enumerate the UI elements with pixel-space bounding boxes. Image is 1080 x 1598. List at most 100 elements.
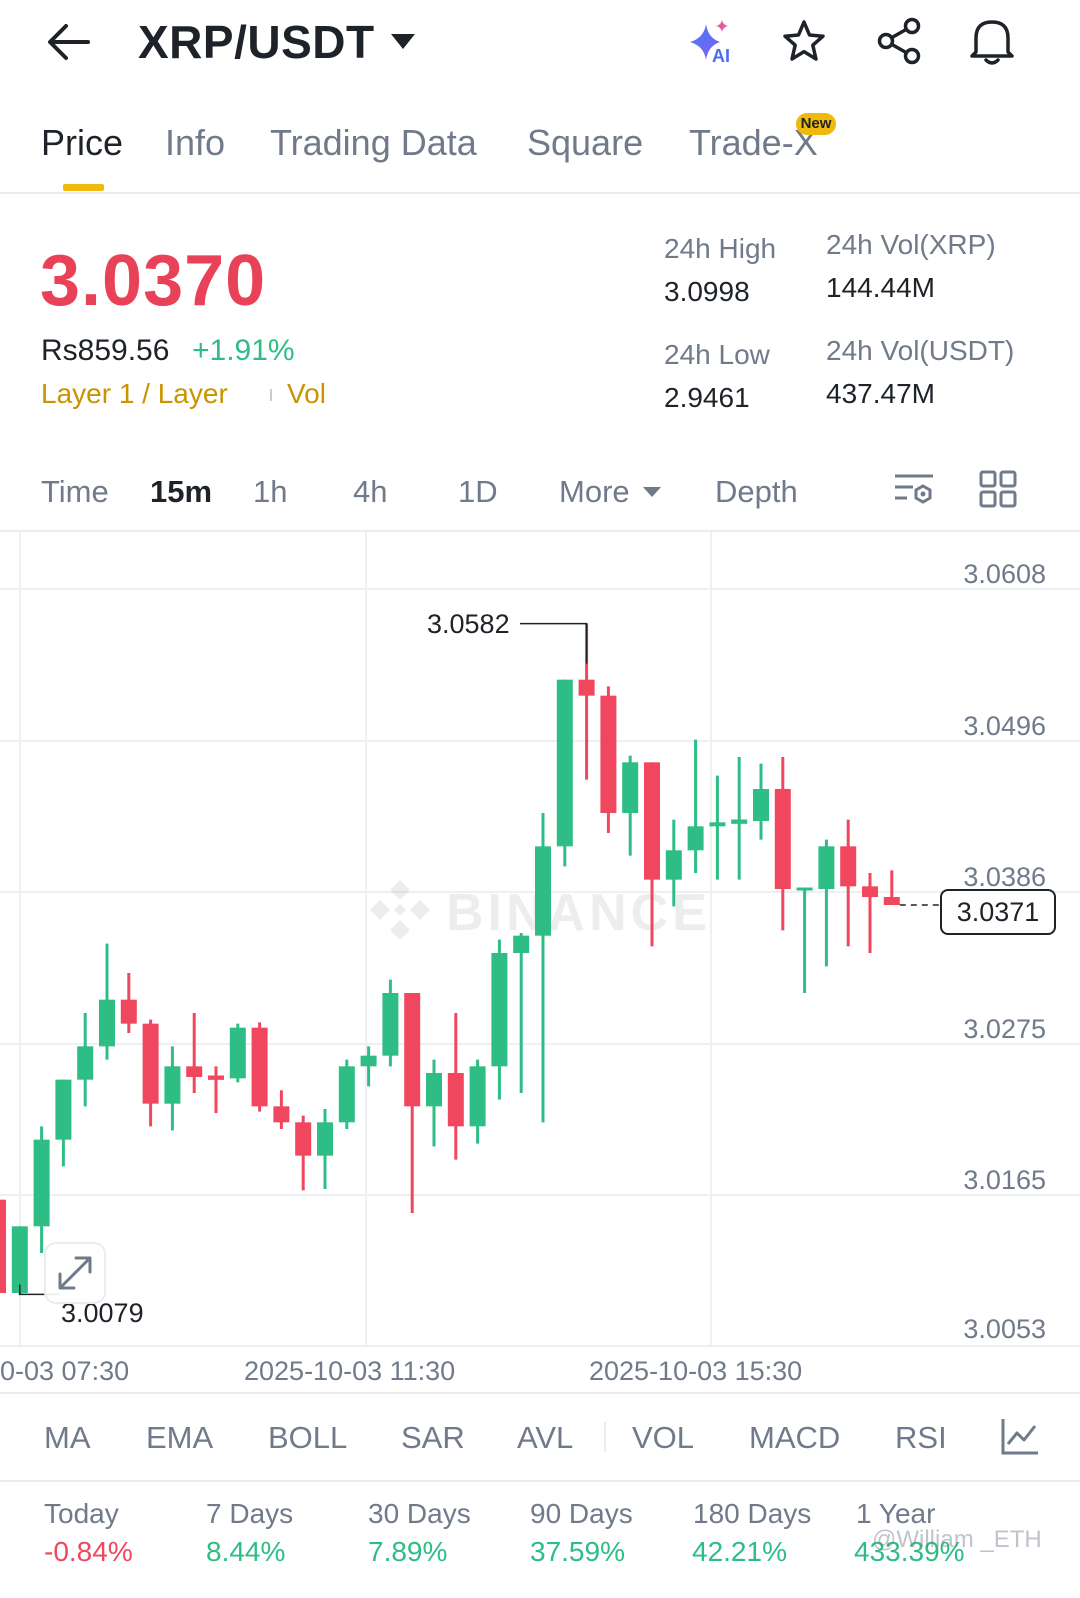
new-badge: New [796,113,836,135]
y-tick: 3.0165 [963,1165,1046,1195]
svg-text:BINANCE: BINANCE [446,884,711,942]
tab-square[interactable]: Square [527,122,643,164]
alert-button[interactable] [968,14,1016,66]
candle-body [360,1055,377,1067]
perf-value-today: -0.84% [44,1536,133,1567]
candle-body [273,1106,290,1123]
candle-body [818,846,835,889]
candle-body [491,953,508,1067]
indicator-ema[interactable]: EMA [146,1420,213,1456]
chevron-down-icon [390,34,415,49]
fullscreen-button[interactable] [44,1242,106,1304]
active-tab-indicator [63,184,104,191]
perf-value-30d: 7.89% [368,1536,448,1567]
indicator-rsi[interactable]: RSI [895,1420,947,1456]
chart-settings-button[interactable] [893,470,935,510]
candle-body [164,1066,181,1104]
indicator-top-divider [0,1392,1080,1394]
vol-base-value: 144.44M [826,272,935,303]
candle-body [295,1122,312,1156]
candle-body [404,993,421,1107]
candle-body [447,1073,464,1127]
candle-body [142,1023,159,1104]
indicator-sar[interactable]: SAR [401,1420,465,1456]
indicator-settings-button[interactable] [1000,1416,1040,1456]
tf-1d[interactable]: 1D [458,474,498,510]
tab-info[interactable]: Info [165,122,225,164]
share-button[interactable] [874,16,924,66]
pair-title: XRP/USDT [138,16,375,68]
perf-label-7d: 7 Days [206,1498,294,1529]
indicator-avl[interactable]: AVL [517,1420,573,1456]
candle-body [862,886,878,897]
perf-label-90d: 90 Days [530,1498,633,1529]
layout-button[interactable] [979,470,1017,508]
candle-body [883,897,900,905]
candle-body [731,819,748,824]
candle-body [644,762,660,880]
candle-body [251,1027,268,1107]
candle-body [338,1066,355,1123]
y-tick: 3.0608 [963,559,1046,589]
perf-value-180d: 42.21% [692,1536,787,1567]
candle-body [382,993,399,1056]
indicator-vol[interactable]: VOL [632,1420,694,1456]
candle-body [600,695,617,813]
perf-label-180d: 180 Days [693,1498,812,1529]
indicator-ma[interactable]: MA [44,1420,91,1456]
bell-icon [970,20,1014,65]
candle-body [535,846,551,936]
x-tick: 2025-10-03 11:30 [244,1356,456,1386]
indicator-boll[interactable]: BOLL [268,1420,347,1456]
candle-body [11,1226,28,1293]
candlestick-chart[interactable]: BINANCE [0,532,1080,1352]
candle-body [796,887,813,891]
chart-line-icon [1001,1419,1038,1455]
pair-selector[interactable]: XRP/USDT [138,14,417,70]
candle-body [556,679,573,847]
candle-body [77,1046,94,1080]
last-price: 3.0370 [40,241,267,321]
tf-1h[interactable]: 1h [253,474,287,510]
tf-depth[interactable]: Depth [715,474,798,510]
back-arrow-icon [48,24,90,60]
perf-value-7d: 8.44% [206,1536,286,1567]
perf-label-30d: 30 Days [368,1498,471,1529]
candle-body [426,1073,442,1107]
vol-quote-value: 437.47M [826,378,935,409]
tf-4h[interactable]: 4h [353,474,387,510]
y-tick: 3.0496 [963,711,1046,741]
tag-separator [270,389,272,401]
vol-tag[interactable]: Vol [287,378,326,410]
high-marker-line [520,622,588,664]
candle-body [753,789,769,821]
chart-settings-icon [895,474,933,504]
favorite-button[interactable] [780,18,828,66]
vol-base-label: 24h Vol(XRP) [826,229,996,260]
perf-value-90d: 37.59% [530,1536,625,1567]
tf-15m[interactable]: 15m [150,474,212,510]
candle-body [687,826,704,851]
change-percent: +1.91% [192,334,295,367]
ai-label: AI [712,46,730,66]
low-label: 24h Low [664,339,770,370]
candle-body [208,1075,224,1080]
candle-body [578,679,595,696]
tf-time[interactable]: Time [41,474,109,510]
tab-price[interactable]: Price [41,122,123,164]
indicator-macd[interactable]: MACD [749,1420,840,1456]
caret-down-icon [642,487,661,497]
tab-trading-data[interactable]: Trading Data [270,122,477,164]
tf-more[interactable]: More [559,474,662,510]
high-marker-label: 3.0582 [427,609,510,639]
grid-icon [979,470,1017,508]
category-tag[interactable]: Layer 1 / Layer [41,378,228,410]
y-tick: 3.0275 [963,1014,1046,1044]
star-icon [783,20,825,61]
performance-top-divider [0,1480,1080,1482]
high-label: 24h High [664,233,777,264]
current-price-label: 3.0371 [956,897,1040,927]
back-button[interactable] [44,20,92,64]
ai-button[interactable]: AI [684,16,740,68]
x-tick: 0-03 07:30 [0,1356,130,1386]
